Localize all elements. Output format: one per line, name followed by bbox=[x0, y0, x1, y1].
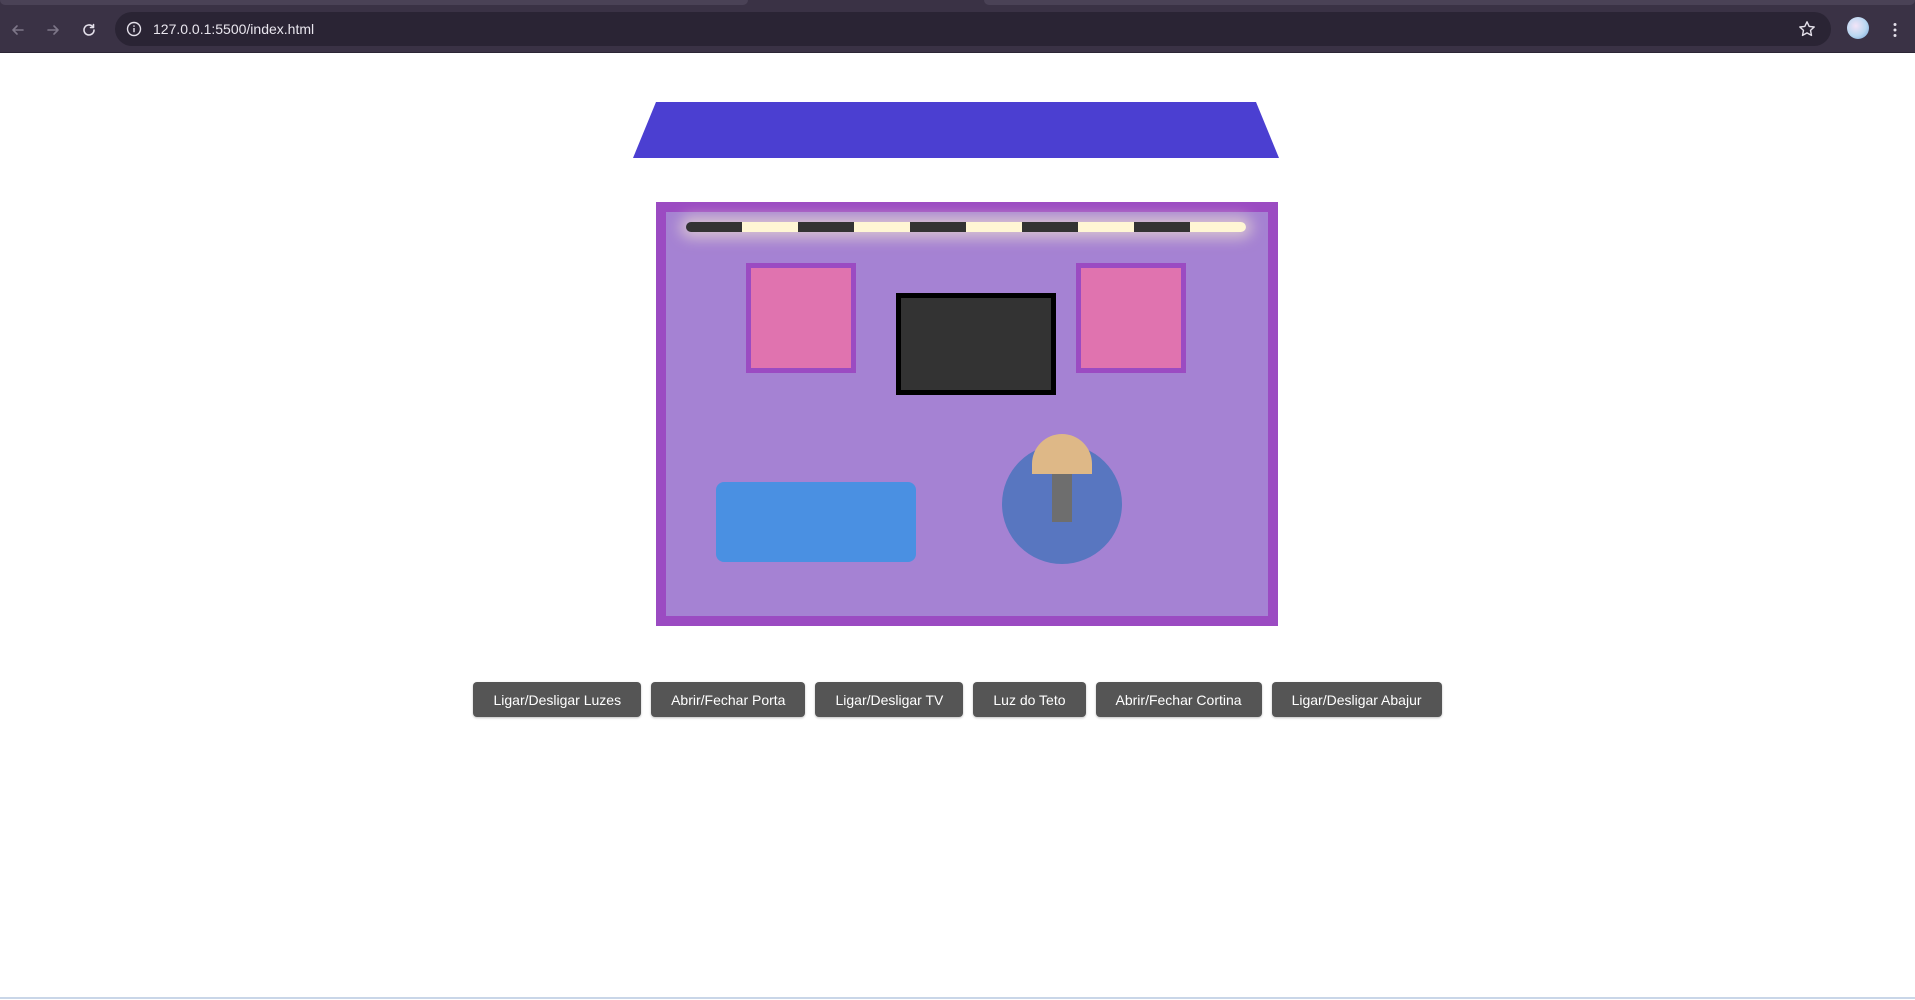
reload-button[interactable] bbox=[74, 15, 104, 45]
window-right bbox=[1076, 263, 1186, 373]
profile-avatar[interactable] bbox=[1847, 17, 1869, 39]
browser-tab[interactable] bbox=[984, 0, 1915, 5]
sofa bbox=[716, 482, 916, 562]
tv-screen bbox=[896, 293, 1056, 395]
info-icon[interactable] bbox=[125, 20, 143, 38]
star-icon[interactable] bbox=[1797, 19, 1817, 39]
lamp-stem bbox=[1052, 474, 1072, 522]
browser-toolbar: 127.0.0.1:5500/index.html bbox=[0, 7, 1915, 53]
window-left bbox=[746, 263, 856, 373]
toggle-door-button[interactable]: Abrir/Fechar Porta bbox=[651, 682, 806, 717]
light-strip-segment bbox=[910, 222, 966, 232]
back-button[interactable] bbox=[3, 15, 33, 45]
browser-tab-strip bbox=[0, 0, 1915, 7]
browser-menu-button[interactable] bbox=[1880, 15, 1910, 45]
toggle-lights-button[interactable]: Ligar/Desligar Luzes bbox=[473, 682, 642, 717]
light-strip-segment bbox=[1190, 222, 1246, 232]
toggle-curtain-button[interactable]: Abrir/Fechar Cortina bbox=[1095, 682, 1262, 717]
page-bottom-divider bbox=[0, 997, 1915, 999]
reload-icon bbox=[83, 23, 95, 36]
light-strip-segment bbox=[798, 222, 854, 232]
controls-bar: Ligar/Desligar Luzes Abrir/Fechar Porta … bbox=[0, 682, 1915, 717]
address-bar[interactable]: 127.0.0.1:5500/index.html bbox=[115, 12, 1831, 46]
light-strip-segment bbox=[1078, 222, 1134, 232]
toggle-tv-button[interactable]: Ligar/Desligar TV bbox=[815, 682, 964, 717]
light-strip-segment bbox=[966, 222, 1022, 232]
url-text[interactable]: 127.0.0.1:5500/index.html bbox=[153, 12, 314, 46]
forward-button[interactable] bbox=[38, 15, 68, 45]
ceiling-light-button[interactable]: Luz do Teto bbox=[973, 682, 1086, 717]
light-strip-segment bbox=[854, 222, 910, 232]
house-roof bbox=[633, 102, 1279, 158]
browser-tab[interactable] bbox=[0, 0, 748, 5]
arrow-left-icon bbox=[12, 25, 24, 35]
light-strip-segment bbox=[1134, 222, 1190, 232]
toggle-lamp-button[interactable]: Ligar/Desligar Abajur bbox=[1271, 682, 1442, 717]
arrow-right-icon bbox=[47, 25, 59, 35]
lamp-shade bbox=[1032, 434, 1092, 474]
light-strip bbox=[686, 222, 1246, 232]
kebab-menu-icon bbox=[1893, 23, 1897, 37]
light-strip-segment bbox=[742, 222, 798, 232]
room bbox=[656, 202, 1278, 626]
light-strip-segment bbox=[686, 222, 742, 232]
light-strip-segment bbox=[1022, 222, 1078, 232]
